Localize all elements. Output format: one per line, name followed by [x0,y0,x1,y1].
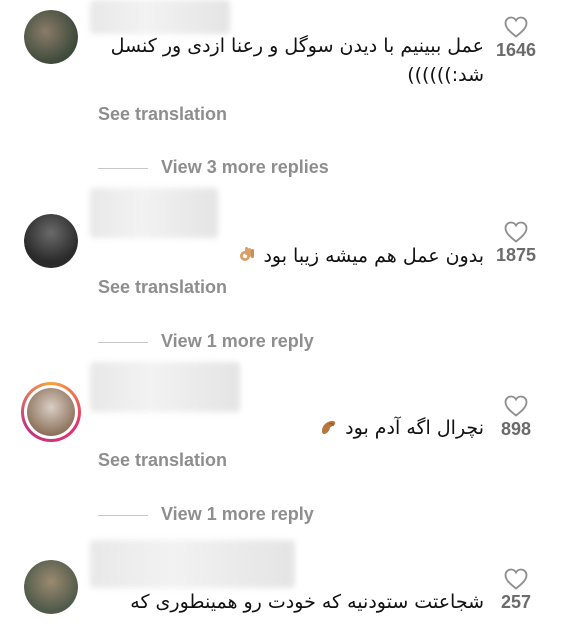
username-blurred[interactable] [90,540,295,588]
like-count: 257 [500,592,532,612]
replies-divider [98,342,148,343]
comment-text-label: بدون عمل هم میشه زیبا بود [263,245,484,267]
see-translation-link[interactable]: See translation [98,450,227,471]
heart-outline-icon [504,221,528,243]
comment-text: شجاعتت ستودنیه که خودت رو همینطوری که [130,591,484,613]
view-replies-label: View 1 more reply [161,331,314,351]
like-button[interactable]: 1646 [486,16,546,61]
comment-text-label: نچرال اگه آدم بود [345,417,484,439]
avatar-with-story-ring[interactable] [21,382,81,442]
username-blurred[interactable] [90,0,230,34]
see-translation-link[interactable]: See translation [98,104,227,125]
heart-outline-icon [504,395,528,417]
like-count: 898 [500,419,532,439]
view-replies-label: View 3 more replies [161,157,329,177]
pinching-hand-emoji [322,420,336,434]
username-blurred[interactable] [90,188,218,238]
avatar[interactable] [24,214,78,268]
avatar[interactable] [24,10,78,64]
like-button[interactable]: 1875 [486,221,546,266]
heart-outline-icon [504,16,528,38]
replies-divider [98,168,148,169]
comment-text: عمل ببینیم با دیدن سوگل و رعنا ازدی ور ک… [110,35,484,86]
ok-hand-emoji [240,247,255,261]
heart-outline-icon [504,568,528,590]
like-button[interactable]: 257 [486,568,546,613]
like-count: 1875 [495,245,537,265]
comment-text: نچرال اگه آدم بود [104,414,484,443]
like-button[interactable]: 898 [486,395,546,440]
avatar[interactable] [24,560,78,614]
like-count: 1646 [495,40,537,60]
comment-text: بدون عمل هم میشه زیبا بود [104,242,484,271]
view-replies-label: View 1 more reply [161,504,314,524]
see-translation-link[interactable]: See translation [98,277,227,298]
replies-divider [98,515,148,516]
username-blurred[interactable] [90,362,240,412]
